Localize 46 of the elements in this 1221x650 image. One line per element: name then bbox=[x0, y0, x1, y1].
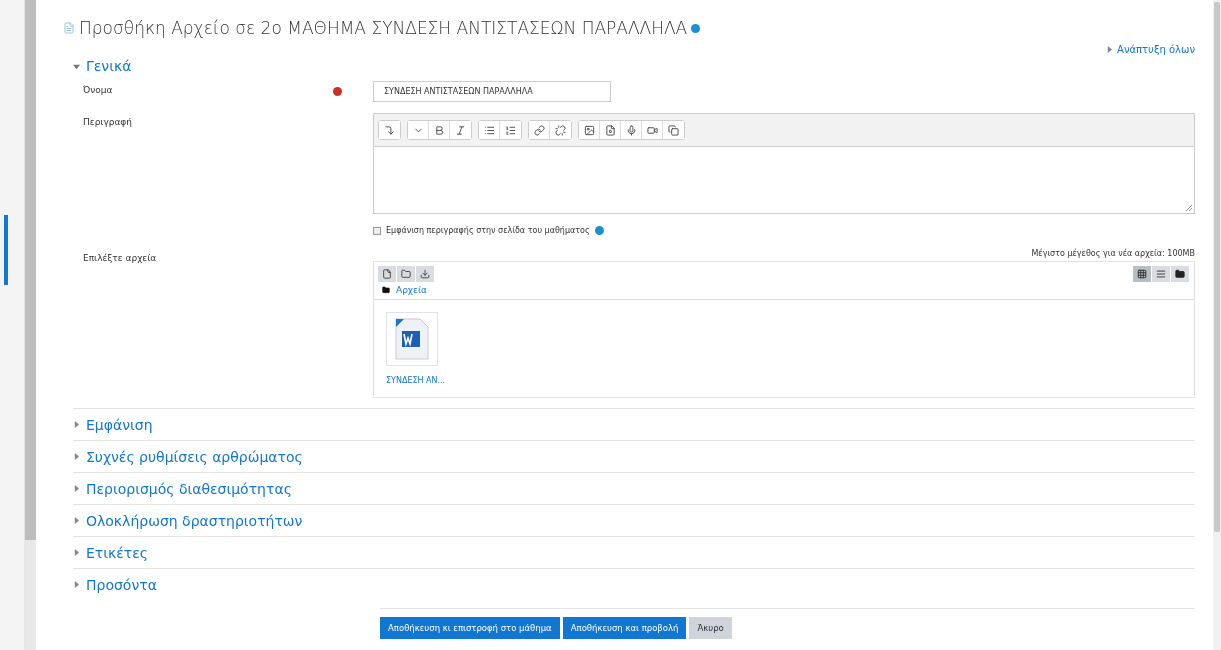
link-icon[interactable] bbox=[529, 121, 550, 139]
document-icon bbox=[63, 22, 75, 34]
field-label: Όνομα bbox=[83, 84, 114, 95]
section-title[interactable]: Ετικέτες bbox=[86, 544, 149, 561]
expand-all-link[interactable]: Ανάπτυξη όλων bbox=[1117, 44, 1195, 55]
folder-icon bbox=[382, 286, 390, 294]
view-button[interactable] bbox=[1133, 266, 1151, 282]
active-marker bbox=[4, 215, 8, 285]
save-button[interactable]: Αποθήκευση κι επιστροφή στο μάθημα bbox=[380, 617, 560, 639]
scrollbar-thumb[interactable] bbox=[25, 0, 36, 540]
section-title[interactable]: Προσόντα bbox=[86, 576, 157, 593]
cancel-button[interactable]: Άκυρο bbox=[689, 617, 732, 639]
grid-icon bbox=[1137, 269, 1147, 279]
checkbox-label: Εμφάνιση περιγραφής στην σελίδα του μαθήματος bbox=[386, 226, 590, 235]
section-title[interactable]: Ολοκλήρωση δραστηριοτήτων bbox=[86, 512, 303, 529]
section-title[interactable]: Γενικά bbox=[86, 58, 132, 74]
new-folder-button[interactable] bbox=[397, 266, 415, 282]
help-icon[interactable] bbox=[691, 23, 701, 33]
resize-grip-icon[interactable] bbox=[1185, 204, 1192, 211]
save-button[interactable]: Αποθήκευση και προβολή bbox=[562, 617, 687, 639]
bullet-list-icon[interactable] bbox=[479, 121, 500, 139]
list-icon bbox=[1156, 269, 1166, 279]
download-icon bbox=[420, 269, 430, 279]
max-size-text: Μέγιστο μέγεθος για νέα αρχεία: 100MB bbox=[1031, 249, 1195, 258]
scrollbar-thumb[interactable] bbox=[1214, 2, 1220, 532]
file-name-link[interactable]: ΣΥΝΔΕΣΗ ΑΝ... bbox=[386, 376, 1182, 385]
file-icon bbox=[382, 269, 392, 279]
folder-icon bbox=[1175, 269, 1185, 279]
expand-caret-icon bbox=[1106, 46, 1114, 53]
section-title[interactable]: Εμφάνιση bbox=[86, 416, 153, 433]
section-title[interactable]: Συχνές ρυθμίσεις αρθρώματος bbox=[86, 448, 303, 465]
name-field[interactable]: ΣΥΝΔΕΣΗ ΑΝΤΙΣΤΑΣΕΩΝ ΠΑΡΑΛΛΗΛΑ bbox=[373, 81, 611, 102]
field-label: Επιλέξτε αρχεία bbox=[83, 252, 158, 263]
word-document-icon[interactable] bbox=[392, 317, 432, 361]
download-button[interactable] bbox=[416, 266, 434, 282]
folder-link[interactable]: Αρχεία bbox=[396, 285, 427, 295]
indent-icon[interactable] bbox=[379, 121, 400, 139]
folder-icon bbox=[401, 269, 411, 279]
view-button[interactable] bbox=[1171, 266, 1189, 282]
section-title[interactable]: Περιορισμός διαθεσιμότητας bbox=[86, 480, 292, 497]
help-icon[interactable] bbox=[594, 226, 604, 235]
field-label: Περιγραφή bbox=[83, 116, 133, 127]
page-title: Προσθήκη Αρχείο σε 2ο ΜΑΘΗΜΑ ΣΥΝΔΕΣΗ ΑΝΤΙΣΤΑΣΕΩΝ ΠΑΡΑΛΛΗΛΑ bbox=[79, 18, 688, 38]
checkbox[interactable] bbox=[373, 226, 381, 235]
add-file-button[interactable] bbox=[378, 266, 396, 282]
image-icon[interactable] bbox=[579, 121, 600, 139]
